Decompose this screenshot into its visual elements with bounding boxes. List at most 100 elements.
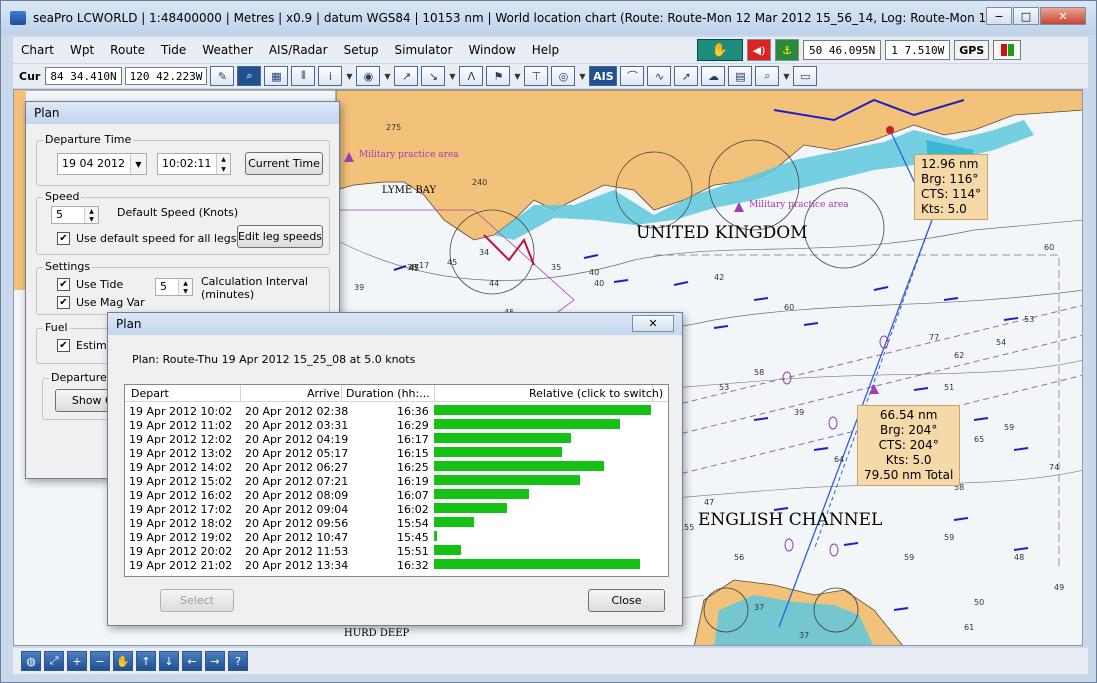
route-icon[interactable]: ↗ [394,66,419,86]
app-icon [10,11,26,25]
checkmark-icon: ✔ [57,278,70,291]
track-icon[interactable]: ⌒ [620,66,645,86]
menu-setup[interactable]: Setup [336,43,387,57]
table-row[interactable]: 19 Apr 2012 16:02 20 Apr 2012 08:09 16:07 [125,489,668,503]
menu-simulator[interactable]: Simulator [387,43,461,57]
dropdown-arrow-icon[interactable]: ▼ [513,72,521,81]
departure-results-list[interactable]: Depart Arrive Duration (hh:... Relative … [124,384,669,577]
dividers-icon[interactable]: Λ [459,66,484,86]
arrow-right-icon[interactable]: → [205,651,225,671]
zoom-icon[interactable]: ⌕ [237,66,262,86]
help-icon[interactable]: ? [228,651,248,671]
zoom-out-icon[interactable]: − [90,651,110,671]
weather-icon[interactable]: ☁ [701,66,726,86]
dropdown-arrow-icon[interactable]: ▼ [383,72,391,81]
menu-route[interactable]: Route [102,43,153,57]
depth-label: 77 [929,333,939,342]
zoom-in-icon[interactable]: + [67,651,87,671]
table-row[interactable]: 19 Apr 2012 13:02 20 Apr 2012 05:17 16:15 [125,447,668,461]
fit-icon[interactable]: ⤢ [44,651,64,671]
calc-interval-input[interactable]: 5 ▲ ▼ [155,278,193,296]
menu-tide[interactable]: Tide [153,43,194,57]
use-mag-var-checkbox[interactable]: ✔ Use Mag Var [57,296,145,309]
ruler-icon[interactable]: ✎ [210,66,235,86]
spinner-icon[interactable]: ▲ ▼ [216,154,230,174]
document-icon[interactable]: ▤ [728,66,753,86]
default-speed-label: Default Speed (Knots) [117,206,239,219]
search-icon[interactable]: ⌕ [755,66,780,86]
dropdown-arrow-icon[interactable]: ▼ [782,72,790,81]
gps-button[interactable]: GPS [954,40,990,60]
menu-ais-radar[interactable]: AIS/Radar [261,43,336,57]
pan-hand-icon[interactable]: ✋ [113,651,133,671]
ais-button[interactable]: AIS [589,66,618,86]
depth-label: 17 [419,261,429,270]
flag-icon[interactable]: ⚑ [486,66,511,86]
arrive-cell: 20 Apr 2012 09:56 [245,517,349,530]
eye-icon[interactable]: ◉ [356,66,381,86]
dropdown-arrow-icon[interactable]: ▼ [578,72,586,81]
table-row[interactable]: 19 Apr 2012 20:02 20 Apr 2012 11:53 15:51 [125,545,668,559]
table-row[interactable]: 19 Apr 2012 21:02 20 Apr 2012 13:34 16:32 [125,559,668,573]
column-header-depart[interactable]: Depart [131,387,169,400]
use-default-speed-checkbox[interactable]: ✔ Use default speed for all legs [57,232,236,245]
menu-wpt[interactable]: Wpt [62,43,102,57]
monitor-icon[interactable]: ▭ [793,66,818,86]
menu-window[interactable]: Window [460,43,523,57]
dropdown-arrow-icon[interactable]: ▼ [345,72,353,81]
edit-leg-speeds-button[interactable]: Edit leg speeds [237,225,323,248]
table-row[interactable]: 19 Apr 2012 12:02 20 Apr 2012 04:19 16:17 [125,433,668,447]
depth-label: 37 [799,631,809,640]
use-tide-checkbox[interactable]: ✔ Use Tide [57,278,123,291]
column-header-relative[interactable]: Relative (click to switch) [529,387,663,400]
column-header-duration[interactable]: Duration (hh:... [346,387,430,400]
table-row[interactable]: 19 Apr 2012 14:02 20 Apr 2012 06:27 16:25 [125,461,668,475]
table-row[interactable]: 19 Apr 2012 19:02 20 Apr 2012 10:47 15:45 [125,531,668,545]
minimize-button[interactable]: − [986,7,1012,25]
waypoint-icon[interactable]: ↘ [421,66,446,86]
current-time-button[interactable]: Current Time [245,152,323,175]
select-button[interactable]: Select [160,589,234,612]
arrow-icon[interactable]: ➚ [674,66,699,86]
table-row[interactable]: 19 Apr 2012 18:02 20 Apr 2012 09:56 15:54 [125,517,668,531]
dropdown-arrow-icon[interactable]: ▼ [448,72,456,81]
depth-label: 55 [684,523,694,532]
anchor-icon[interactable]: ⚓ [775,39,799,61]
departure-time-field[interactable]: 10:02:11 ▲ ▼ [157,153,231,175]
target-icon[interactable]: ◎ [551,66,576,86]
hand-icon[interactable]: ✋ [697,39,743,61]
arrive-cell: 20 Apr 2012 04:19 [245,433,349,446]
arrow-left-icon[interactable]: ← [182,651,202,671]
table-row[interactable]: 19 Apr 2012 17:02 20 Apr 2012 09:04 16:02 [125,503,668,517]
tide-station-icon[interactable]: ⊤ [524,66,549,86]
arrow-up-icon[interactable]: ↑ [136,651,156,671]
split-view-icon[interactable]: ⫴ [291,66,316,86]
wave-icon[interactable]: ∿ [647,66,672,86]
menu-help[interactable]: Help [524,43,567,57]
table-row[interactable]: 19 Apr 2012 11:02 20 Apr 2012 03:31 16:29 [125,419,668,433]
chart-select-icon[interactable]: ▦ [264,66,289,86]
checkbox-label: Use Mag Var [76,296,145,309]
close-dialog-button[interactable]: Close [588,589,665,612]
maximize-button[interactable]: □ [1013,7,1039,25]
menu-weather[interactable]: Weather [194,43,261,57]
close-icon[interactable]: ✕ [632,315,674,332]
departure-date-value: 19 04 2012 [62,157,125,170]
info-icon[interactable]: i [318,66,343,86]
menu-chart[interactable]: Chart [13,43,62,57]
chevron-down-icon[interactable]: ▼ [130,154,146,174]
close-button[interactable]: ✕ [1040,7,1086,25]
spinner-icon[interactable]: ▲ ▼ [178,279,192,295]
column-header-arrive[interactable]: Arrive [307,387,340,400]
table-row[interactable]: 19 Apr 2012 10:02 20 Apr 2012 02:38 16:36 [125,405,668,419]
departure-date-field[interactable]: 19 04 2012 ▼ [57,153,147,175]
leg-bearing: Brg: 204° [879,423,938,437]
arrow-down-icon[interactable]: ↓ [159,651,179,671]
depth-label: 60 [784,303,794,312]
spinner-icon[interactable]: ▲ ▼ [84,207,98,223]
globe-icon[interactable]: ◍ [21,651,41,671]
speed-input[interactable]: 5 ▲ ▼ [51,206,99,224]
alarm-icon[interactable]: ◀) [747,39,771,61]
departure-time-value: 10:02:11 [162,157,212,170]
table-row[interactable]: 19 Apr 2012 15:02 20 Apr 2012 07:21 16:19 [125,475,668,489]
